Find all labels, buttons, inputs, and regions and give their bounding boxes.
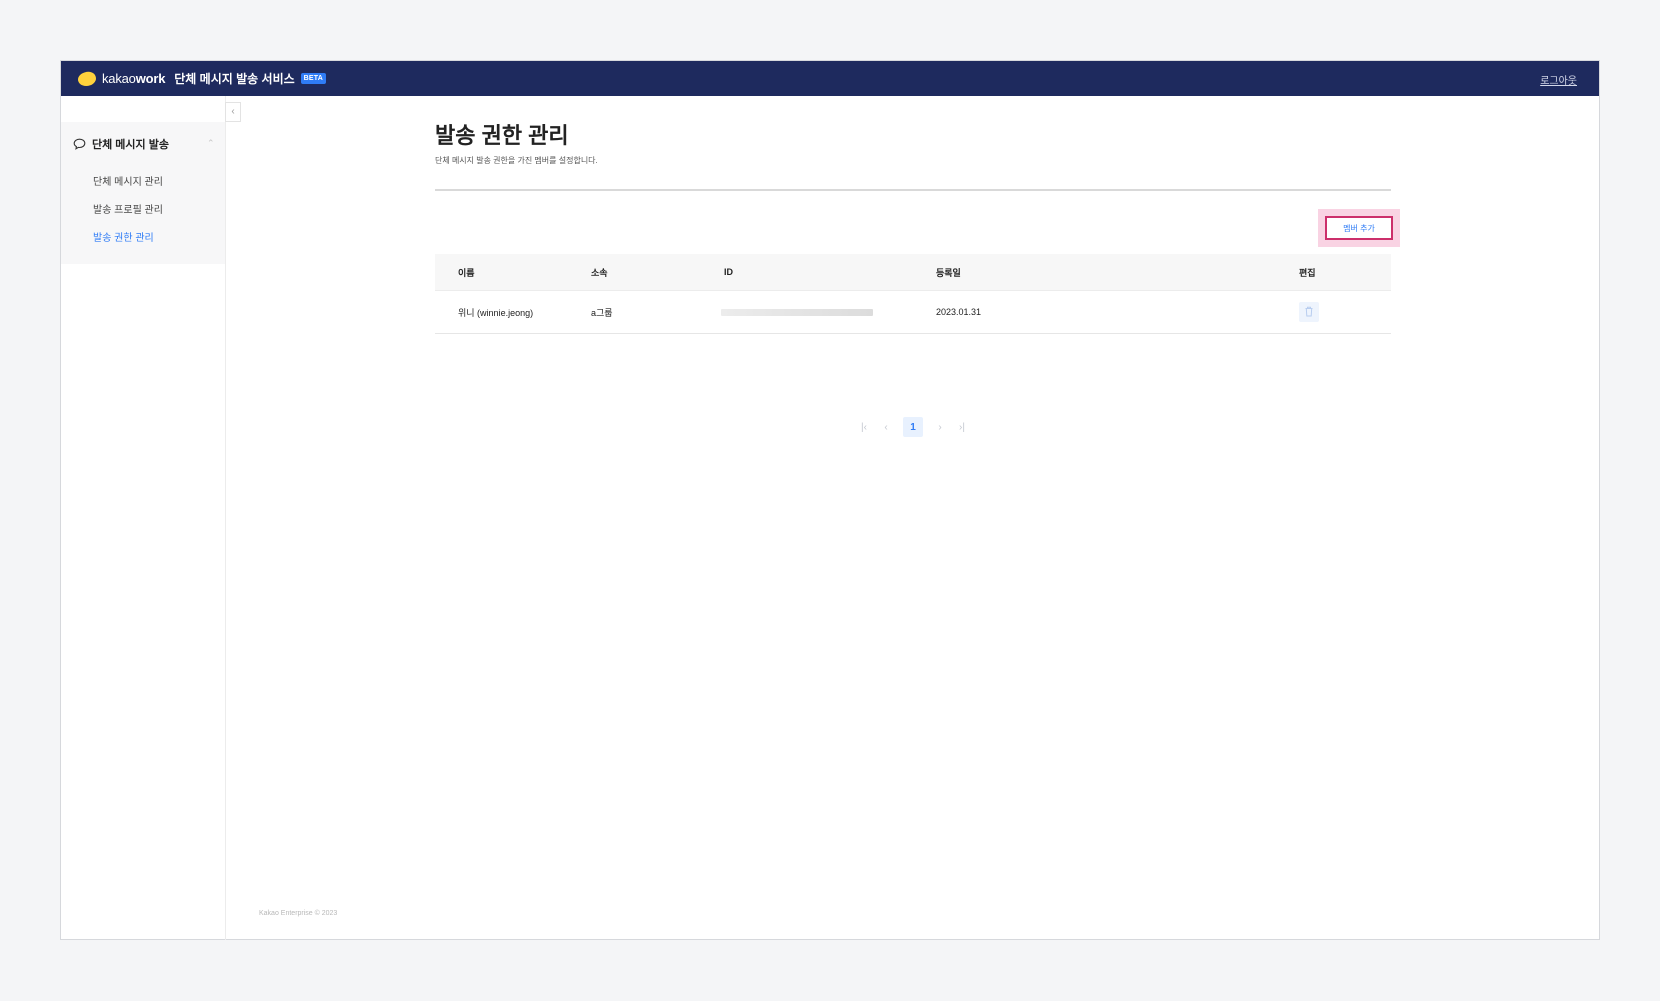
member-edit xyxy=(1299,291,1319,333)
column-header-id: ID xyxy=(724,267,733,277)
sidebar-section-title: 단체 메시지 발송 xyxy=(92,139,169,151)
column-header-group: 소속 xyxy=(591,267,608,278)
prev-page-icon[interactable]: ‹ xyxy=(876,417,896,437)
delete-member-button[interactable] xyxy=(1299,302,1319,322)
beta-badge: BETA xyxy=(300,73,326,84)
page-number-current[interactable]: 1 xyxy=(903,417,923,437)
pagination: |‹ ‹ 1 › ›| xyxy=(435,417,1391,437)
sidebar-item-message-management[interactable]: 단체 메시지 관리 xyxy=(93,173,163,188)
sidebar-item-permission-management[interactable]: 발송 권한 관리 xyxy=(93,229,154,244)
page-description: 단체 메시지 발송 권한을 가진 멤버를 설정합니다. xyxy=(435,156,598,165)
add-member-button[interactable]: 멤버 추가 xyxy=(1325,216,1393,240)
redacted-id-bar xyxy=(721,308,873,316)
sidebar-item-profile-management[interactable]: 발송 프로필 관리 xyxy=(93,201,163,216)
page-title: 발송 권한 관리 xyxy=(435,123,569,148)
first-page-icon[interactable]: |‹ xyxy=(854,417,874,437)
table-header: 이름 소속 ID 등록일 편집 xyxy=(435,254,1391,291)
next-page-icon[interactable]: › xyxy=(930,417,950,437)
member-name: 위니 (winnie.jeong) xyxy=(458,307,534,318)
logout-link[interactable]: 로그아웃 xyxy=(1540,72,1577,87)
chevron-up-icon[interactable]: ⌃ xyxy=(207,138,215,149)
last-page-icon[interactable]: ›| xyxy=(952,417,972,437)
title-divider xyxy=(435,189,1391,191)
top-bar: kakaowork 단체 메시지 발송 서비스 BETA 로그아웃 xyxy=(61,61,1599,96)
sidebar-section-header[interactable]: 단체 메시지 발송 xyxy=(73,136,169,152)
footer-copyright: Kakao Enterprise © 2023 xyxy=(259,910,338,917)
members-table: 이름 소속 ID 등록일 편집 위니 (winnie.jeong) a그룹 20… xyxy=(435,254,1391,334)
table-row: 위니 (winnie.jeong) a그룹 2023.01.31 xyxy=(435,291,1391,334)
kakaowork-logo-icon xyxy=(76,69,98,88)
sidebar: ‹ 단체 메시지 발송 ⌃ 단체 메시지 관리 발송 프로필 관리 발송 권한 … xyxy=(61,96,241,940)
column-header-edit: 편집 xyxy=(1299,267,1316,278)
app-window: kakaowork 단체 메시지 발송 서비스 BETA 로그아웃 ‹ 단체 메… xyxy=(60,60,1600,940)
column-header-name: 이름 xyxy=(458,267,475,278)
kakaowork-logo[interactable]: kakaowork xyxy=(76,69,166,88)
chat-bubble-icon xyxy=(73,138,92,150)
member-registered-date: 2023.01.31 xyxy=(936,307,982,317)
sidebar-collapse-button[interactable]: ‹ xyxy=(225,102,241,122)
column-header-registered: 등록일 xyxy=(936,267,961,278)
member-id-redacted xyxy=(721,291,873,333)
service-title: 단체 메시지 발송 서비스 xyxy=(174,72,295,86)
member-group: a그룹 xyxy=(591,307,613,318)
add-member-highlight: 멤버 추가 xyxy=(1318,209,1400,247)
chevron-left-icon: ‹ xyxy=(231,106,235,117)
trash-icon xyxy=(1304,306,1314,319)
logo-text: kakaowork xyxy=(102,71,166,86)
